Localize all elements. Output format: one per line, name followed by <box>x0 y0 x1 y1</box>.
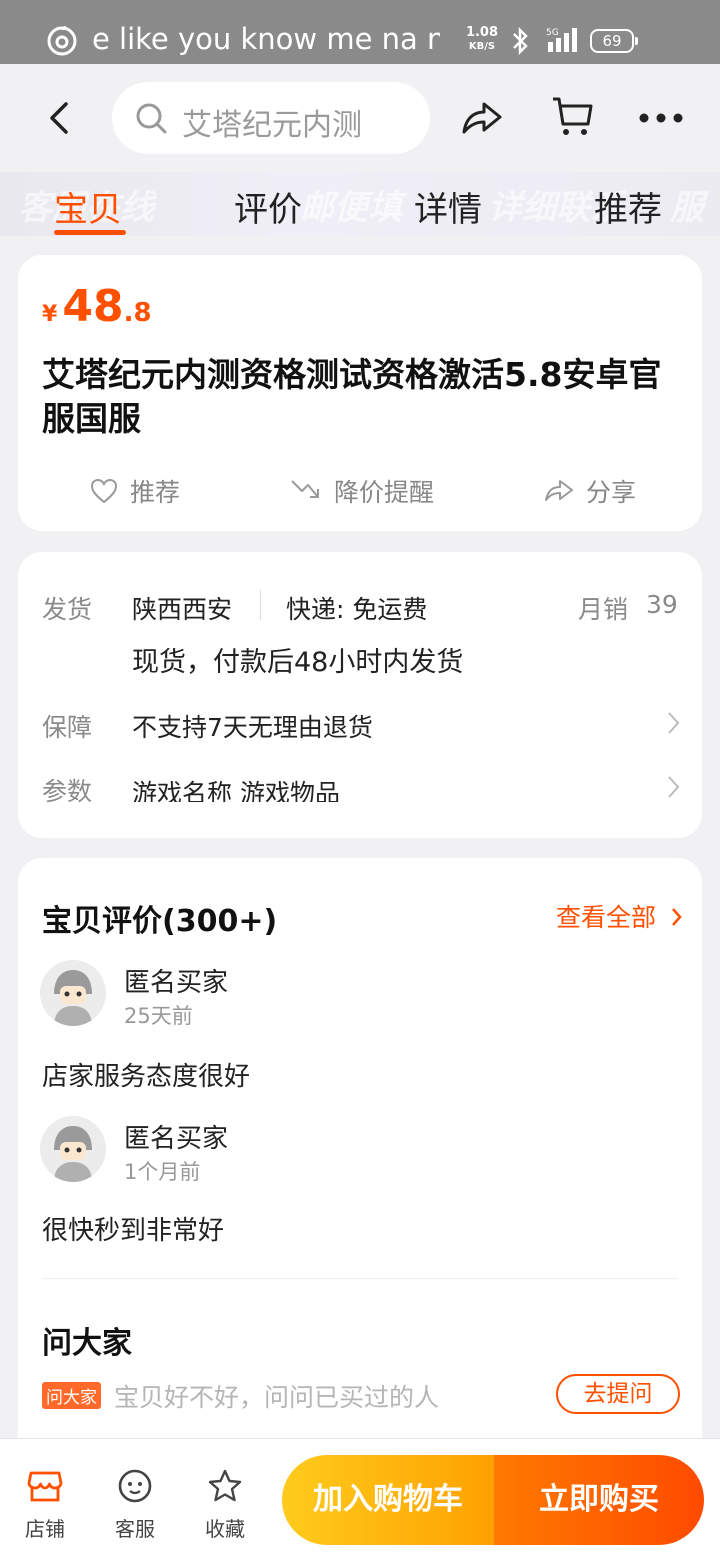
price-drop-icon <box>291 480 319 498</box>
review-time: 1个月前 <box>124 1160 201 1184</box>
see-all-reviews-link[interactable]: 查看全部 <box>556 898 684 934</box>
net-speed-unit: KB/S <box>468 41 496 52</box>
reviews-card: 宝贝评价(300+) 查看全部 匿名买家 25天前 店家服务态度很好 匿名买家 <box>18 858 702 1438</box>
guarantee-label: 保障 <box>42 713 93 742</box>
banner-text-4: 服 <box>670 188 704 228</box>
price-decimal: .8 <box>123 298 152 328</box>
bottom-action-bar: 店铺 客服 收藏 加入购物车 立即购买 <box>0 1438 720 1560</box>
battery-indicator: 69 <box>590 29 638 53</box>
more-icon[interactable] <box>636 100 686 136</box>
ask-placeholder[interactable]: 宝贝好不好，问问已买过的人 <box>114 1378 439 1414</box>
favorite-button[interactable]: 收藏 <box>190 1469 260 1542</box>
shop-button[interactable]: 店铺 <box>10 1469 80 1542</box>
bluetooth-icon <box>513 26 528 56</box>
express-fee: 快递: 免运费 <box>286 595 428 624</box>
now-playing-text: e like you know me na na <box>92 22 440 56</box>
share-small-icon <box>545 480 573 501</box>
signal-icon: 5G <box>546 28 577 52</box>
review-time: 25天前 <box>124 1004 193 1028</box>
anonymous-avatar-icon <box>40 960 106 1026</box>
customer-service-icon <box>118 1469 152 1503</box>
tab-reviews[interactable]: 评价 <box>234 182 302 231</box>
section-divider <box>42 1278 678 1279</box>
reviewer-name: 匿名买家 <box>124 968 229 998</box>
share-product-button[interactable]: 分享 <box>544 473 636 509</box>
delivery-note: 现货，付款后48小时内发货 <box>132 647 464 678</box>
avatar <box>40 960 106 1026</box>
divider <box>260 590 261 620</box>
recommend-label: 推荐 <box>130 478 181 507</box>
ask-badge: 问大家 <box>42 1382 101 1409</box>
review-text: 很快秒到非常好 <box>42 1216 225 1246</box>
monthly-sales-value: 39 <box>646 590 678 619</box>
ask-question-button[interactable]: 去提问 <box>556 1374 680 1414</box>
status-bar: e like you know me na na 1.08 KB/S 5G 69 <box>0 0 720 64</box>
anonymous-avatar-icon <box>40 1116 106 1182</box>
share-icon[interactable] <box>460 98 504 138</box>
buy-now-button[interactable]: 立即购买 <box>494 1455 704 1545</box>
section-tabs: 客服在线 邮便填 详细联系 服 宝贝 评价 详情 推荐 <box>0 172 720 236</box>
avatar <box>40 1116 106 1182</box>
product-price: ¥ 48.8 <box>42 281 152 332</box>
recommend-button[interactable]: 推荐 <box>90 473 180 509</box>
product-title: 艾塔纪元内测资格测试资格激活5.8安卓官服国服 <box>42 355 662 438</box>
product-info-card: ¥ 48.8 艾塔纪元内测资格测试资格激活5.8安卓官服国服 推荐 降价提醒 分… <box>18 255 702 531</box>
price-currency: ¥ <box>42 302 58 327</box>
ship-from-location: 陕西西安 <box>132 595 233 624</box>
shipping-card: 发货 陕西西安 快递: 免运费 月销 39 现货，付款后48小时内发货 保障 不… <box>18 552 702 838</box>
top-nav-bar: 艾塔纪元内测 <box>0 64 720 172</box>
reviewer-name: 匿名买家 <box>124 1124 229 1154</box>
see-all-label: 查看全部 <box>556 903 657 932</box>
star-icon <box>208 1469 242 1502</box>
tab-baobei[interactable]: 宝贝 <box>54 182 122 231</box>
search-placeholder: 艾塔纪元内测 <box>182 108 362 143</box>
back-arrow-icon[interactable] <box>40 98 80 138</box>
active-tab-indicator <box>54 230 126 235</box>
price-alert-label: 降价提醒 <box>334 478 435 507</box>
shop-label: 店铺 <box>25 1517 65 1541</box>
cart-icon[interactable] <box>550 94 594 138</box>
tab-recommend[interactable]: 推荐 <box>594 182 662 231</box>
monthly-sales-label: 月销 <box>578 595 629 624</box>
shipping-label: 发货 <box>42 595 93 624</box>
svg-text:5G: 5G <box>546 28 559 38</box>
add-to-cart-button[interactable]: 加入购物车 <box>282 1455 494 1545</box>
net-speed-value: 1.08 <box>465 25 499 40</box>
chevron-right-icon <box>668 776 680 798</box>
search-input[interactable]: 艾塔纪元内测 <box>112 82 430 154</box>
price-alert-button[interactable]: 降价提醒 <box>290 473 434 509</box>
chevron-right-icon <box>668 712 680 734</box>
params-clip: 游戏名称 游戏物品 <box>132 766 632 802</box>
reviews-title: 宝贝评价(300+) <box>42 904 278 939</box>
customer-service-button[interactable]: 客服 <box>100 1469 170 1542</box>
shop-icon <box>27 1471 63 1502</box>
network-speed: 1.08 KB/S <box>464 26 500 53</box>
chevron-right-icon <box>672 908 682 926</box>
share-label: 分享 <box>586 478 637 507</box>
product-actions: 推荐 降价提醒 分享 <box>18 465 702 515</box>
review-text: 店家服务态度很好 <box>42 1062 251 1092</box>
banner-text-2: 邮便填 <box>300 188 402 228</box>
params-label: 参数 <box>42 777 93 806</box>
heart-icon <box>90 478 118 504</box>
service-label: 客服 <box>115 1517 155 1541</box>
ask-title: 问大家 <box>42 1326 132 1361</box>
params-value: 游戏名称 游戏物品 <box>132 779 340 802</box>
favorite-label: 收藏 <box>205 1517 245 1541</box>
tab-details[interactable]: 详情 <box>414 182 482 231</box>
music-app-icon <box>47 25 77 56</box>
price-integer: 48 <box>62 281 124 332</box>
search-icon <box>136 103 167 134</box>
guarantee-value: 不支持7天无理由退货 <box>132 713 373 742</box>
